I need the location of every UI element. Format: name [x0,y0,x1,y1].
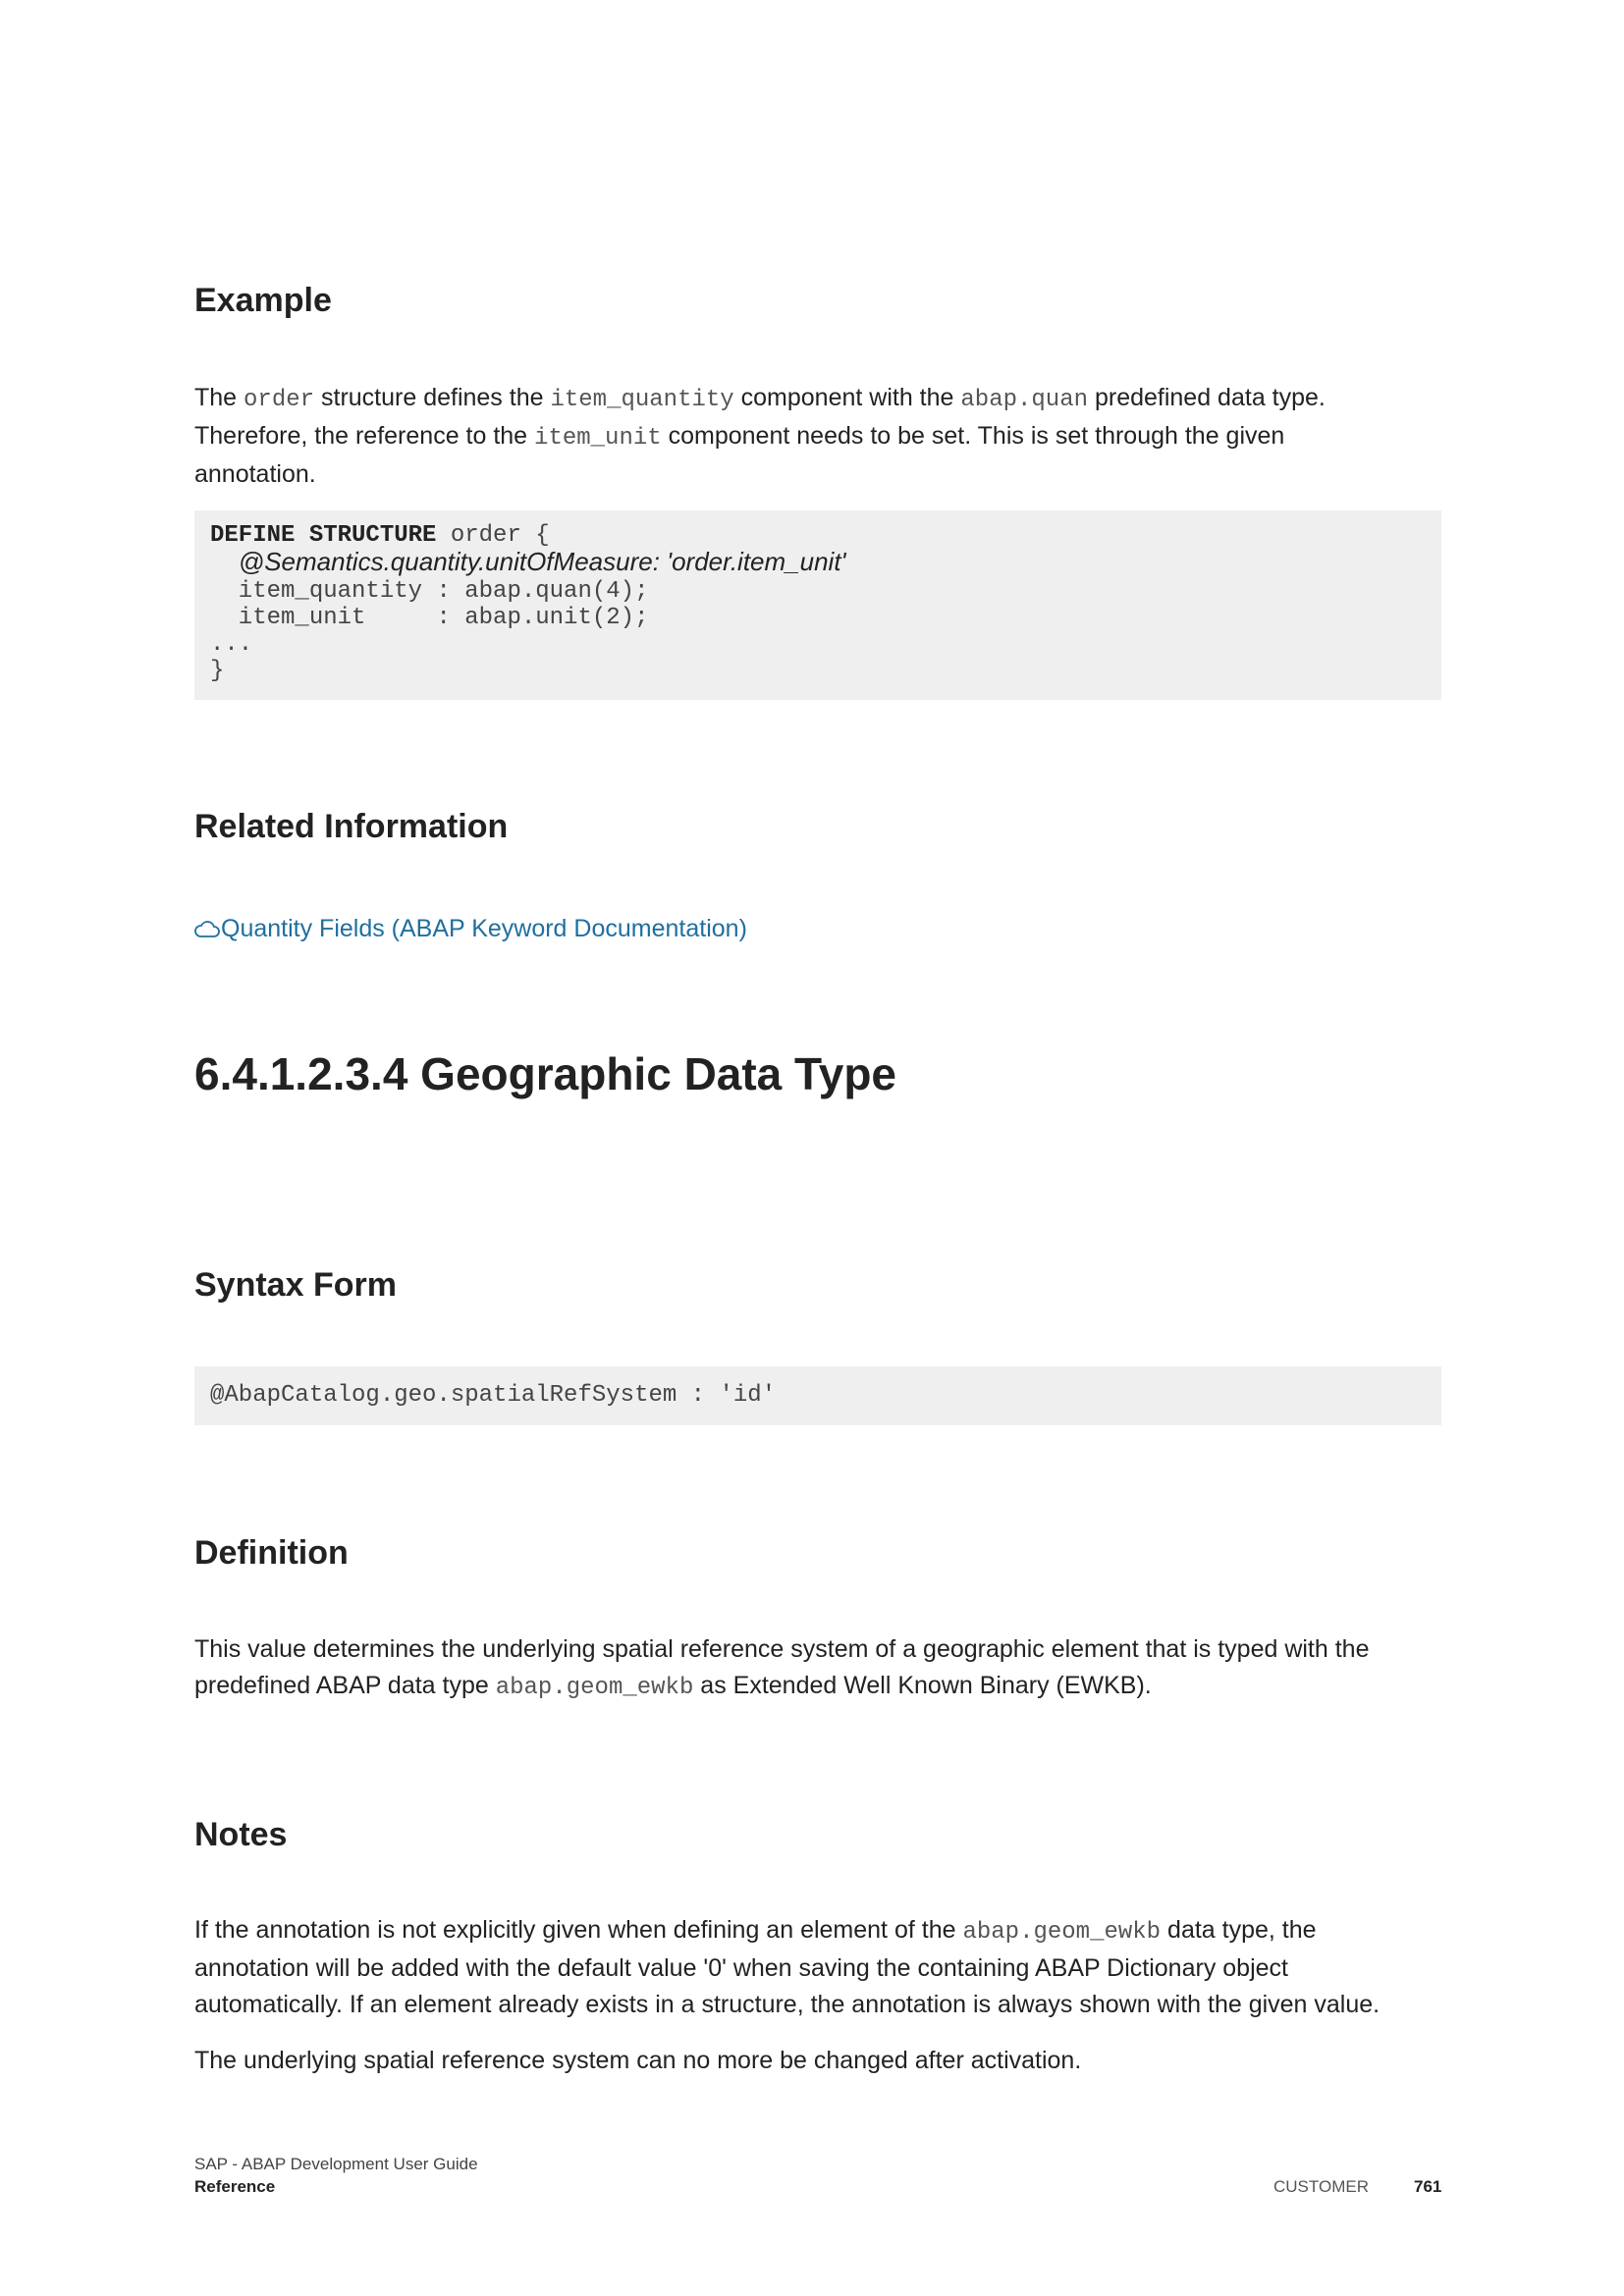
notes-paragraph-2: The underlying spatial reference system … [194,2047,1082,2074]
link-label: Quantity Fields (ABAP Keyword Documentat… [221,915,747,942]
text: annotation. [194,460,316,488]
text: as Extended Well Known Binary (EWKB). [693,1672,1152,1699]
text: data type, the [1161,1916,1317,1944]
inline-code: abap.geom_ewkb [495,1675,694,1701]
chapter-title: 6.4.1.2.3.4 Geographic Data Type [194,1048,896,1099]
notes-heading: Notes [194,1816,288,1853]
notes-paragraph-1: If the annotation is not explicitly give… [194,1912,1441,2023]
definition-paragraph: This value determines the underlying spa… [194,1631,1441,1706]
example-code-block: DEFINE STRUCTURE order { @Semantics.quan… [194,510,1441,700]
page-number: 761 [1414,2177,1442,2196]
syntax-code-block: @AbapCatalog.geo.spatialRefSystem : 'id' [194,1366,1441,1425]
text: predefined data type. [1088,384,1326,411]
text: This value determines the underlying spa… [194,1635,1370,1663]
text: automatically. If an element already exi… [194,1991,1380,2018]
code-line: item_unit : abap.unit(2); [210,605,649,631]
code-line: @Semantics.quantity.unitOfMeasure: 'orde… [210,549,1426,578]
text: structure defines the [314,384,551,411]
example-paragraph: The order structure defines the item_qua… [194,380,1441,493]
code-line: DEFINE STRUCTURE order { [210,522,1426,549]
text: If the annotation is not explicitly give… [194,1916,963,1944]
document-page: Example The order structure defines the … [0,0,1624,2296]
footer-section: Reference [194,2177,276,2196]
inline-code: order [244,387,315,413]
quantity-fields-link[interactable]: Quantity Fields (ABAP Keyword Documentat… [194,911,747,947]
code-line: @AbapCatalog.geo.spatialRefSystem : 'id' [210,1382,777,1409]
text: Therefore, the reference to the [194,422,535,450]
code-line: } [210,658,225,684]
text: annotation will be added with the defaul… [194,1954,1288,1982]
inline-code: item_unit [534,425,662,452]
inline-code: abap.quan [960,387,1089,413]
code-line: item_quantity : abap.quan(4); [210,578,649,605]
footer-classification: CUSTOMER [1273,2177,1369,2196]
footer-doc-title: SAP - ABAP Development User Guide [194,2155,478,2173]
inline-code: abap.geom_ewkb [962,1919,1162,1946]
text: The [194,384,244,411]
example-heading: Example [194,282,332,319]
text: component needs to be set. This is set t… [661,422,1285,450]
related-information-heading: Related Information [194,808,509,845]
cloud-icon [194,920,220,937]
inline-code: item_quantity [550,387,734,413]
definition-heading: Definition [194,1534,349,1572]
code-text: order { [436,522,550,549]
annotation-text: @Semantics.quantity.unitOfMeasure: 'orde… [238,547,846,576]
text: predefined ABAP data type [194,1672,496,1699]
text: component with the [733,384,961,411]
code-line: ... [210,631,253,658]
syntax-form-heading: Syntax Form [194,1266,397,1304]
keyword: DEFINE STRUCTURE [210,522,437,549]
